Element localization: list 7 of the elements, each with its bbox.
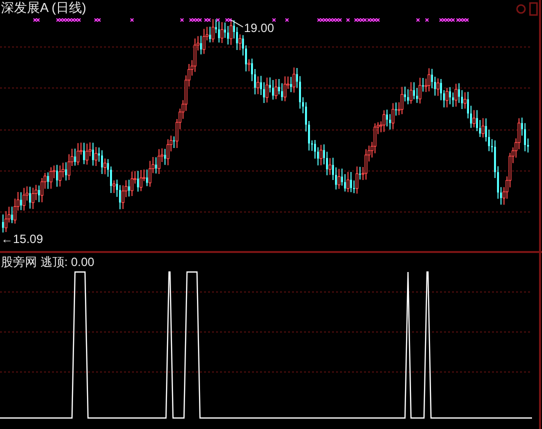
leader-line [230, 20, 244, 28]
low-price-label: ←15.09 [1, 232, 44, 246]
high-price-label: 19.00 [244, 21, 274, 35]
chart-title: 深发展A (日线) [1, 0, 86, 16]
window-icon[interactable] [529, 2, 538, 16]
circle-icon[interactable] [516, 4, 526, 14]
indicator-title: 股旁网 逃顶: 0.00 [1, 255, 94, 270]
